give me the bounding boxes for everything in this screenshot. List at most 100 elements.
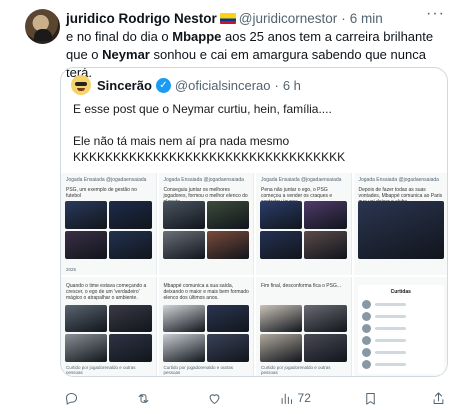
user-name-placeholder — [374, 315, 406, 318]
likes-list-row — [361, 299, 441, 311]
quoted-line-3: KKKKKKKKKKKKKKKKKKKKKKKKKKKKKKKKKK — [73, 150, 346, 164]
user-avatar — [361, 336, 371, 345]
media-panel[interactable]: Jogada Ensaiada @jogadaensaiada PSG, um e… — [61, 173, 157, 275]
panel-caption: Mbappé comunica a sua saída, deixando o … — [163, 282, 249, 301]
heart-icon — [209, 393, 220, 404]
retweet-button[interactable] — [136, 391, 155, 406]
panel-images — [357, 201, 444, 259]
author-name[interactable]: juridico Rodrigo Nestor — [66, 11, 217, 26]
reply-button[interactable] — [64, 391, 83, 406]
player-photo — [65, 304, 108, 333]
player-photo — [162, 201, 205, 229]
user-name-placeholder — [374, 303, 406, 306]
player-photo — [65, 230, 108, 259]
user-name-placeholder — [374, 327, 406, 330]
quoted-tweet-header: Sincerão ✓ @oficialsincerao · 6 h — [71, 75, 301, 95]
views-chart-icon — [281, 393, 292, 404]
quoted-author-name: Sincerão — [97, 77, 152, 93]
more-options-icon[interactable]: ··· — [426, 5, 445, 23]
media-panel[interactable]: Mbappé comunica a sua saída, deixando o … — [158, 276, 254, 376]
player-photo — [109, 304, 152, 333]
media-panel[interactable]: Quando o time estava começando a crescer… — [61, 276, 157, 376]
player-photo — [304, 201, 347, 229]
panel-footer: Curtido por jogadorenaldo e outras pesso… — [163, 365, 234, 375]
player-photo — [206, 304, 249, 333]
bookmark-icon — [366, 392, 376, 405]
media-panel[interactable]: Curtidas — [353, 276, 447, 376]
panel-images — [65, 201, 152, 259]
user-avatar — [361, 300, 371, 309]
panel-handle: Jogada Ensaiada @jogadaensaiada — [358, 177, 439, 183]
retweet-icon — [138, 393, 148, 403]
media-panel[interactable]: Jogada Ensaiada @jogadaensaiada Pena não … — [256, 173, 352, 275]
panel-handle: Jogada Ensaiada @jogadaensaiada — [66, 177, 147, 183]
views-button[interactable]: 72 — [279, 391, 311, 406]
tweet-actions: 72 — [60, 388, 450, 408]
likes-list-row — [361, 323, 441, 335]
user-name-placeholder — [374, 339, 406, 342]
panel-images — [162, 201, 249, 259]
panel-footer: 2025 — [66, 266, 77, 272]
tweet-text-segment: e no final do dia o — [66, 29, 173, 44]
user-avatar — [361, 324, 371, 333]
panel-handle: Jogada Ensaiada @jogadaensaiada — [163, 177, 244, 183]
tweet-text-bold: Neymar — [102, 47, 150, 62]
panel-handle: Jogada Ensaiada @jogadaensaiada — [261, 177, 342, 183]
author-avatar[interactable] — [25, 9, 60, 44]
quoted-tweet[interactable]: Sincerão ✓ @oficialsincerao · 6 h E esse… — [60, 67, 448, 377]
player-photo — [304, 230, 347, 259]
user-avatar — [361, 360, 371, 369]
likes-list-row — [361, 335, 441, 347]
header-separator: · — [341, 10, 346, 26]
quoted-line-1: E esse post que o Neymar curtiu, hein, f… — [73, 102, 332, 116]
share-button[interactable] — [431, 391, 446, 406]
quoted-line-2: Ele não tá mais nem aí pra nada mesmo — [73, 134, 290, 148]
player-photo — [260, 334, 303, 362]
author-handle[interactable]: @juridicornestor — [239, 11, 338, 26]
tweet-time[interactable]: 6 min — [350, 11, 383, 26]
bookmark-button[interactable] — [363, 391, 378, 406]
player-photo — [109, 201, 152, 229]
player-photo — [162, 230, 205, 259]
tweet[interactable]: juridico Rodrigo Nestor @juridicornestor… — [0, 0, 457, 414]
tweet-text-bold: Mbappe — [172, 29, 222, 44]
quoted-author-avatar — [71, 75, 91, 95]
likes-list-title: Curtidas — [390, 288, 411, 295]
colombia-flag-icon — [219, 12, 236, 24]
panel-footer: Curtido por jogadorenaldo e outras pesso… — [66, 365, 136, 375]
panel-images — [260, 304, 347, 362]
media-panel[interactable]: Jogada Ensaiada @jogadaensaiada Depois de… — [353, 173, 447, 275]
user-avatar — [361, 348, 371, 357]
quoted-media[interactable]: Jogada Ensaiada @jogadaensaiada PSG, um e… — [61, 173, 447, 376]
player-photo — [109, 230, 152, 259]
likes-list-row — [361, 347, 441, 359]
like-button[interactable] — [207, 391, 226, 406]
player-photo — [357, 201, 444, 259]
tweet-header: juridico Rodrigo Nestor @juridicornestor… — [66, 9, 446, 27]
player-photo — [162, 334, 205, 362]
quoted-author-handle: @oficialsincerao — [174, 77, 271, 93]
likes-list: Curtidas — [357, 284, 444, 374]
player-photo — [260, 201, 303, 229]
quoted-tweet-text: E esse post que o Neymar curtiu, hein, f… — [73, 101, 443, 181]
quoted-tweet-time: 6 h — [282, 77, 301, 93]
quoted-header-separator: · — [274, 77, 279, 93]
user-name-placeholder — [374, 363, 406, 366]
panel-images — [260, 201, 347, 259]
player-photo — [206, 334, 249, 362]
views-count: 72 — [297, 391, 311, 405]
panel-caption: Fim final, desconforma fica o PSG... — [261, 282, 342, 289]
panel-images — [65, 304, 152, 362]
player-photo — [162, 304, 205, 333]
share-icon — [433, 391, 444, 404]
player-photo — [206, 230, 249, 259]
media-panel[interactable]: Jogada Ensaiada @jogadaensaiada Conseguiu… — [158, 173, 254, 275]
player-photo — [65, 334, 108, 362]
panel-caption: Quando o time estava começando a crescer… — [66, 282, 147, 301]
user-name-placeholder — [374, 351, 406, 354]
player-photo — [206, 201, 249, 229]
media-panel[interactable]: Fim final, desconforma fica o PSG... Curt… — [256, 276, 352, 376]
player-photo — [65, 201, 108, 229]
panel-footer: Curtido por jogadorenaldo e outras pesso… — [261, 365, 331, 375]
likes-list-row — [361, 359, 441, 371]
